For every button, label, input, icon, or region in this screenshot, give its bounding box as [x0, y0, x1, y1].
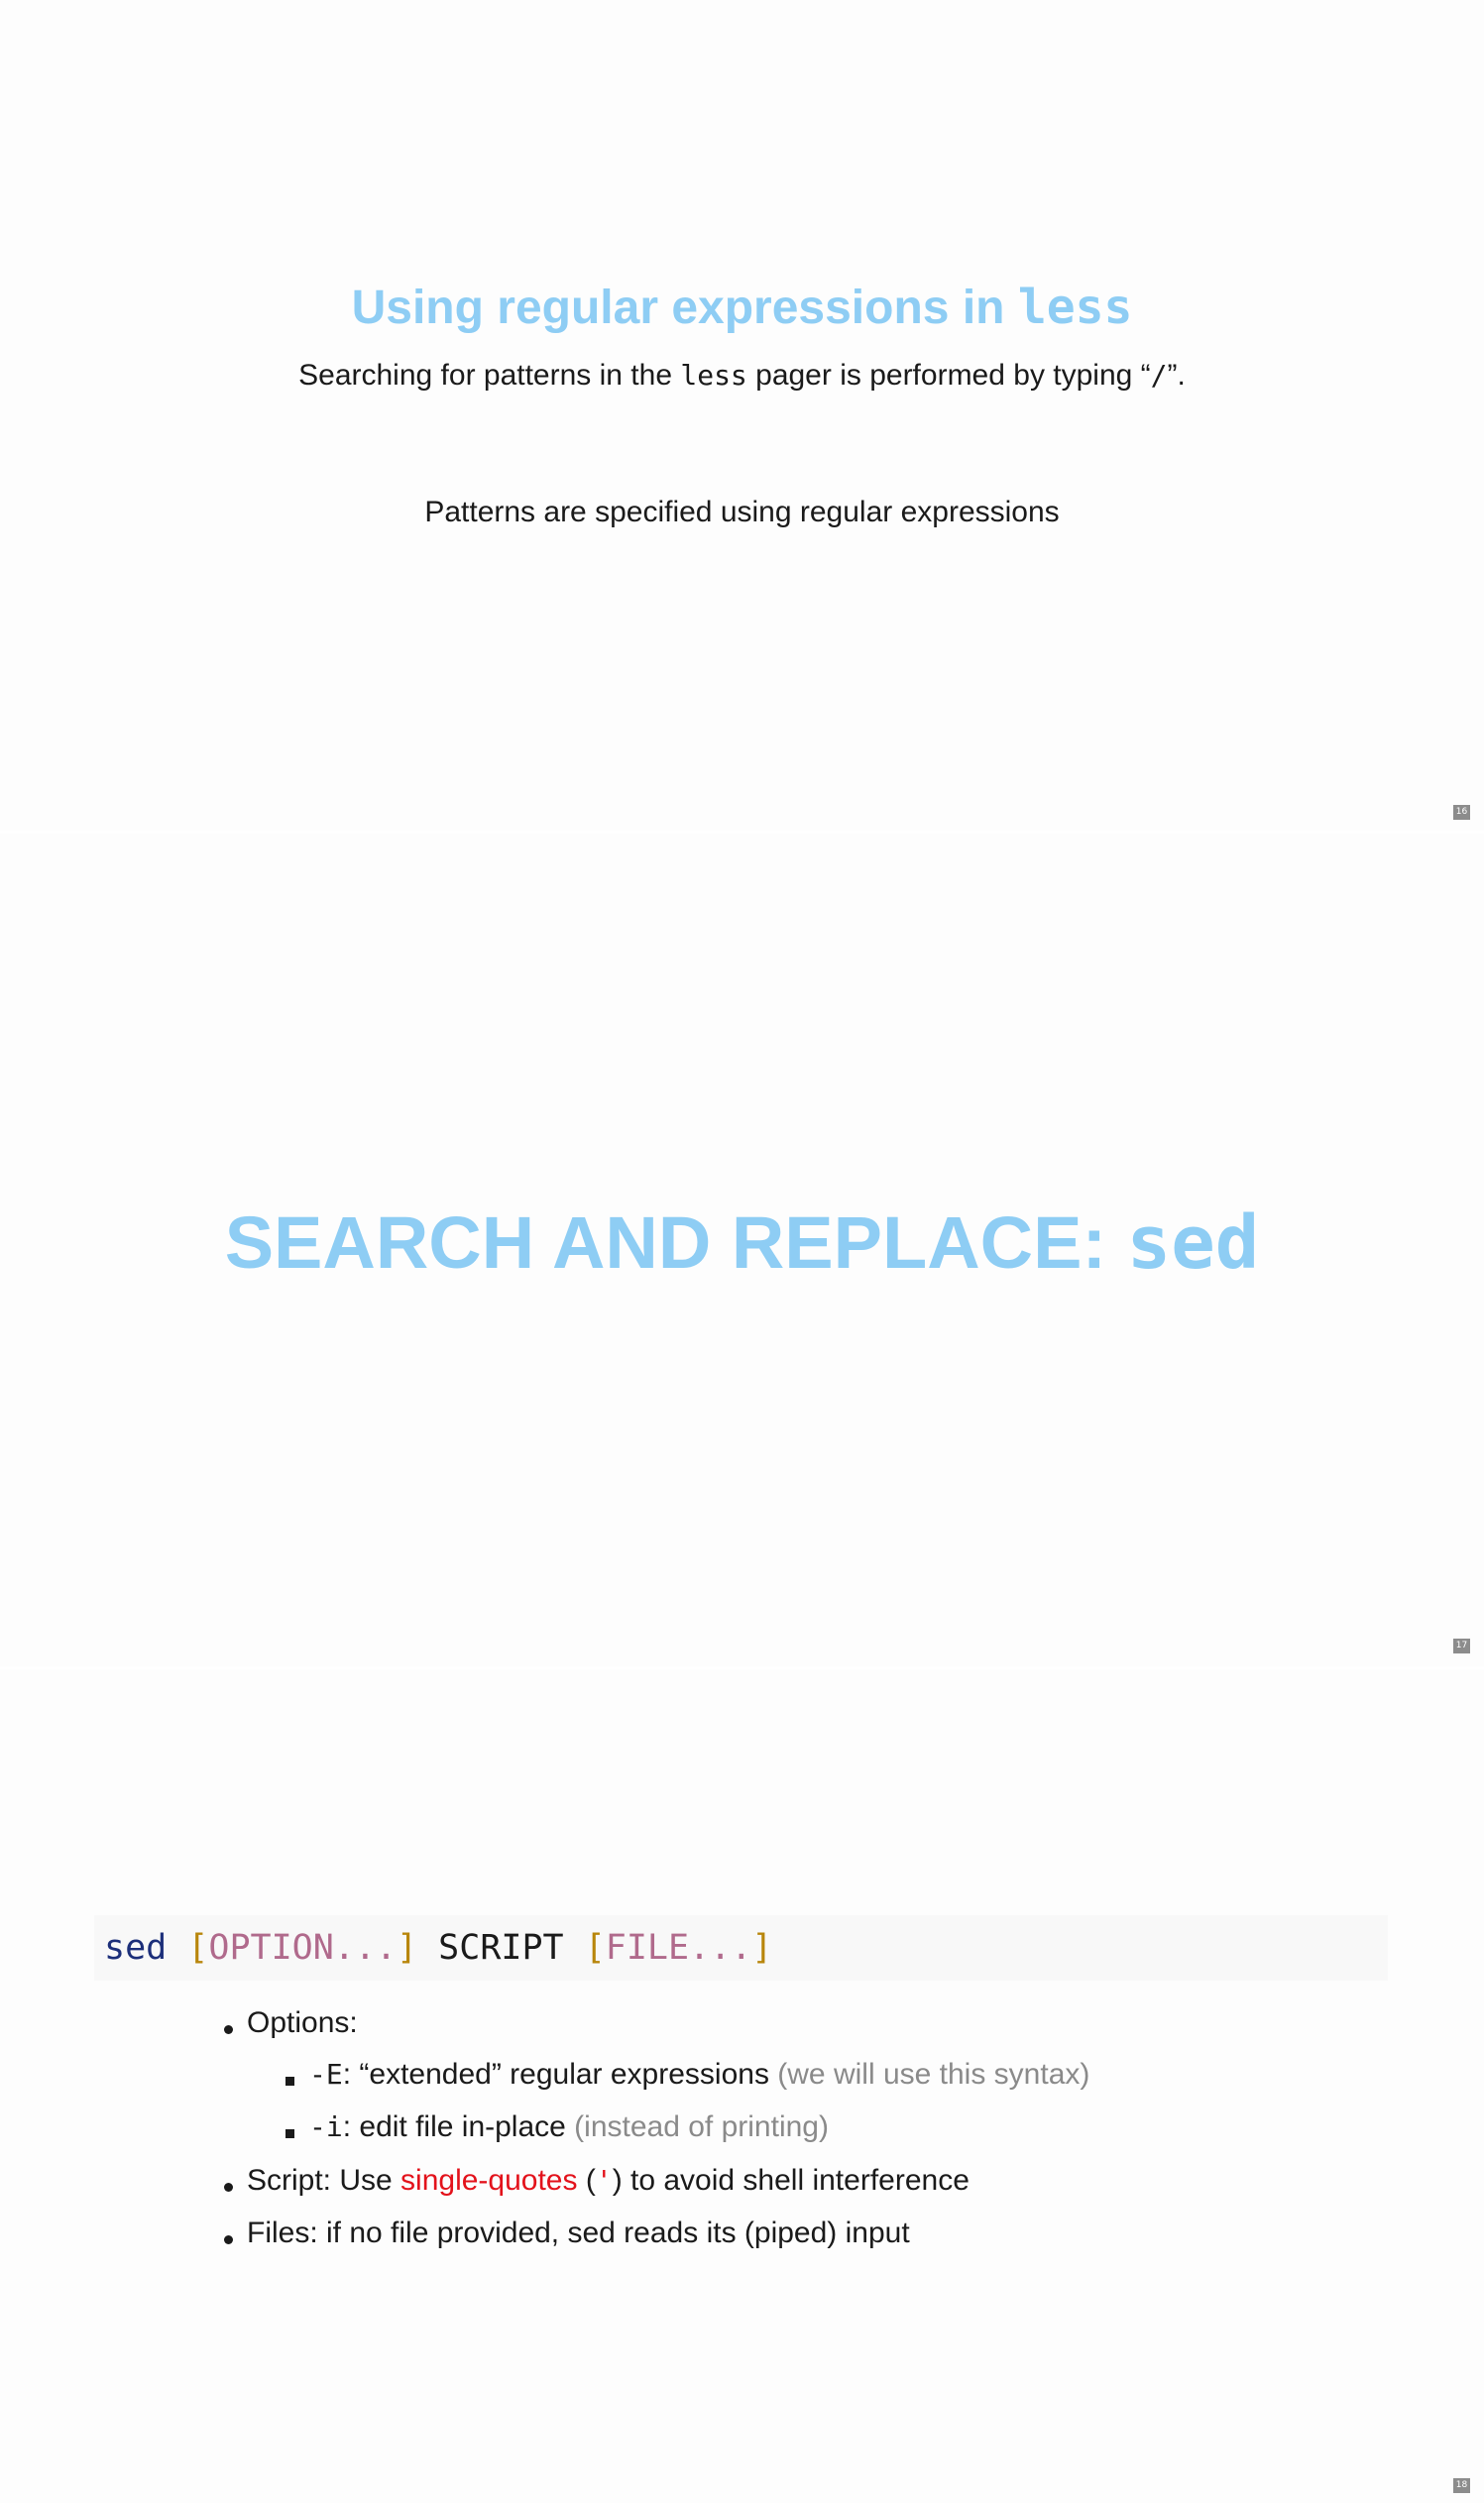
- slide-title: Using regular expressions in less: [0, 280, 1484, 335]
- option-e-description: : “extended” regular expressions: [342, 2058, 778, 2091]
- code-file-placeholder: FILE...: [605, 1928, 752, 1968]
- code-option-placeholder: OPTION...: [208, 1928, 398, 1968]
- slide-number-badge: 17: [1453, 1639, 1470, 1653]
- script-text: ) to avoid shell interference: [612, 2164, 970, 2197]
- body-text: pager is performed by typing “: [746, 359, 1151, 392]
- body-line-patterns: Patterns are specified using regular exp…: [424, 496, 1060, 528]
- option-i-description: : edit file in-place: [342, 2110, 575, 2143]
- sed-synopsis-code-block: sed [OPTION...] SCRIPT [FILE...]: [94, 1915, 1388, 1981]
- option-e-note: (we will use this syntax): [777, 2058, 1090, 2091]
- bullet-square: [285, 2077, 294, 2086]
- slide-title-code: less: [1017, 280, 1133, 335]
- code-bracket: ]: [397, 1928, 418, 1968]
- inline-code-less: less: [680, 359, 747, 392]
- bullet-square: [285, 2129, 294, 2138]
- slide-title-text: Using regular expressions in: [351, 282, 1018, 334]
- list-item-option-e: -E: “extended” regular expressions (we w…: [309, 2058, 1089, 2092]
- bullet-dot: [224, 2235, 233, 2244]
- code-bracket: ]: [751, 1928, 773, 1968]
- script-text: (: [577, 2164, 596, 2197]
- section-title: SEARCH AND REPLACE: sed: [0, 1200, 1484, 1286]
- slide-16: Using regular expressions in less Search…: [0, 0, 1484, 831]
- slide-18: sed [OPTION...] SCRIPT [FILE...] Options…: [0, 1669, 1484, 2503]
- option-i-note: (instead of printing): [574, 2110, 829, 2143]
- script-text: Script: Use: [247, 2164, 401, 2197]
- body-text: Searching for patterns in the: [298, 359, 681, 392]
- slide-number-badge: 16: [1453, 805, 1470, 820]
- bullet-dot: [224, 2025, 233, 2034]
- body-text: ”.: [1167, 359, 1186, 392]
- slide-number-badge: 18: [1453, 2478, 1470, 2493]
- script-highlight: single-quotes: [400, 2164, 578, 2197]
- code-bracket: [: [187, 1928, 209, 1968]
- code-bracket: [: [584, 1928, 606, 1968]
- list-item-script: Script: Use single-quotes (') to avoid s…: [247, 2164, 970, 2198]
- list-item-files: Files: if no file provided, sed reads it…: [247, 2217, 910, 2249]
- inline-code-slash: /: [1150, 359, 1168, 392]
- slide-17: SEARCH AND REPLACE: sed 17: [0, 834, 1484, 1666]
- inline-code-i-flag: -i: [309, 2110, 343, 2143]
- section-title-code: sed: [1126, 1200, 1260, 1286]
- list-item-options: Options:: [247, 2006, 358, 2039]
- section-title-text: SEARCH AND REPLACE:: [224, 1201, 1127, 1284]
- bullet-dot: [224, 2183, 233, 2192]
- list-item-option-i: -i: edit file in-place (instead of print…: [309, 2110, 829, 2144]
- code-command: sed: [104, 1928, 168, 1968]
- code-script-placeholder: SCRIPT: [417, 1928, 585, 1968]
- body-line-searching: Searching for patterns in the less pager…: [0, 359, 1484, 393]
- inline-code-e-flag: -E: [309, 2058, 343, 2091]
- inline-code-quote: ': [595, 2164, 613, 2197]
